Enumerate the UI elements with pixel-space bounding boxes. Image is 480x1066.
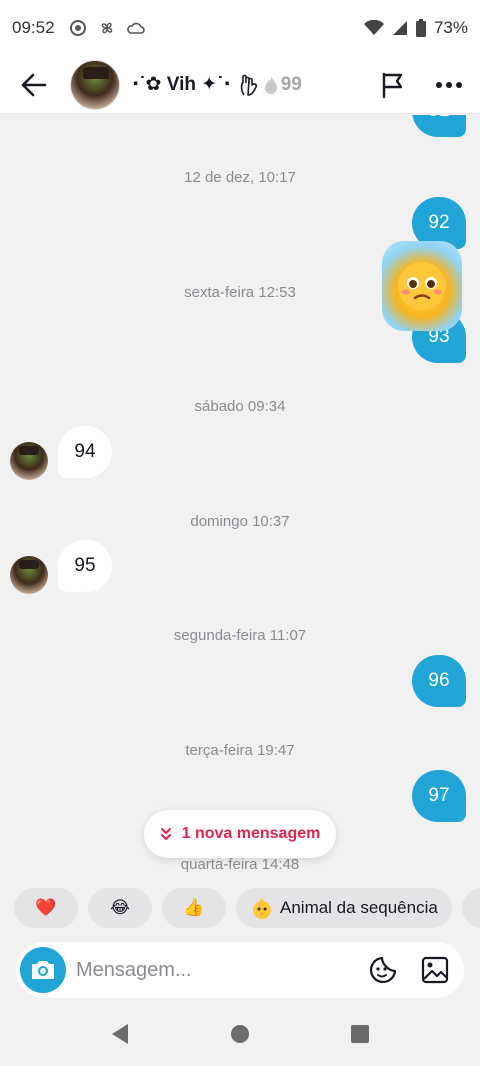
message-composer — [16, 942, 464, 998]
flame-icon — [264, 75, 277, 94]
system-navigation-bar — [0, 1006, 480, 1066]
status-time: 09:52 — [12, 18, 55, 37]
arrow-left-icon — [21, 73, 47, 96]
nav-home-button[interactable] — [230, 1024, 250, 1049]
streak-count: 99 — [280, 73, 302, 95]
new-message-label: 1 nova mensagem — [181, 825, 321, 842]
camera-icon — [32, 961, 54, 979]
battery-level: 73% — [433, 18, 468, 37]
circle-home-icon — [231, 1024, 249, 1043]
camera-button[interactable] — [20, 947, 66, 993]
message-bubble-outgoing[interactable]: 91 — [412, 115, 466, 137]
record-icon — [69, 19, 87, 37]
message-timestamp: 12 de dez, 10:17 — [184, 169, 296, 186]
message-input[interactable] — [76, 958, 366, 982]
hand-icon — [240, 74, 257, 96]
pleading-face-icon — [398, 262, 446, 310]
message-timestamp: sábado 09:34 — [194, 398, 286, 415]
contact-name[interactable]: ⋅˙✿ Vih ✦˙⋅ — [132, 73, 231, 96]
contact-avatar-small[interactable] — [10, 556, 48, 594]
pleading-face-sticker[interactable] — [382, 241, 462, 331]
nav-back-button[interactable] — [110, 1023, 130, 1050]
signal-icon — [392, 20, 408, 36]
sticker-icon — [369, 956, 397, 984]
nav-recents-button[interactable] — [350, 1024, 370, 1049]
message-timestamp: terça-feira 19:47 — [185, 742, 295, 759]
back-button[interactable] — [14, 65, 54, 105]
report-button[interactable] — [376, 68, 410, 102]
quick-replies: ❤️ 😂 👍 Animal da sequência — [0, 888, 480, 928]
contact-avatar-small[interactable] — [10, 442, 48, 480]
message-timestamp: segunda-feira 11:07 — [173, 627, 307, 644]
status-bar: 09:52 73% — [0, 0, 480, 56]
square-recents-icon — [351, 1024, 369, 1043]
triangle-back-icon — [112, 1023, 128, 1044]
streak-badge: 99 — [239, 73, 302, 97]
message-bubble-incoming[interactable]: 95 — [58, 540, 112, 592]
cloud-icon — [126, 20, 145, 36]
fan-icon — [99, 20, 115, 36]
chick-icon — [253, 898, 271, 919]
quick-reply-animal[interactable]: Animal da sequência — [236, 888, 452, 928]
quick-reply-laugh[interactable]: 😂 — [88, 888, 152, 928]
battery-icon — [415, 19, 426, 37]
image-icon — [421, 956, 449, 984]
quick-reply-heart[interactable]: ❤️ — [14, 888, 78, 928]
message-bubble-outgoing[interactable]: 97 — [412, 770, 466, 822]
flag-icon — [382, 72, 403, 98]
quick-reply-partial[interactable] — [461, 888, 480, 928]
message-timestamp: quarta-feira 14:48 — [180, 856, 300, 873]
more-icon — [436, 81, 462, 88]
more-options-button[interactable] — [432, 68, 466, 102]
sticker-button[interactable] — [366, 953, 400, 987]
contact-avatar[interactable] — [70, 59, 120, 110]
gallery-button[interactable] — [418, 953, 452, 987]
message-bubble-outgoing[interactable]: 96 — [412, 655, 466, 707]
wifi-icon — [363, 20, 384, 36]
chat-header: ⋅˙✿ Vih ✦˙⋅ 99 — [0, 56, 480, 114]
double-chevron-down-icon — [160, 828, 171, 840]
new-message-button[interactable]: 1 nova mensagem — [144, 810, 336, 858]
message-bubble-incoming[interactable]: 94 — [58, 426, 112, 478]
message-timestamp: domingo 10:37 — [190, 513, 290, 530]
quick-reply-thumbs-up[interactable]: 👍 — [162, 888, 226, 928]
chat-thread[interactable]: 91 12 de dez, 10:17 92 sexta-feira 12:53… — [0, 115, 480, 880]
